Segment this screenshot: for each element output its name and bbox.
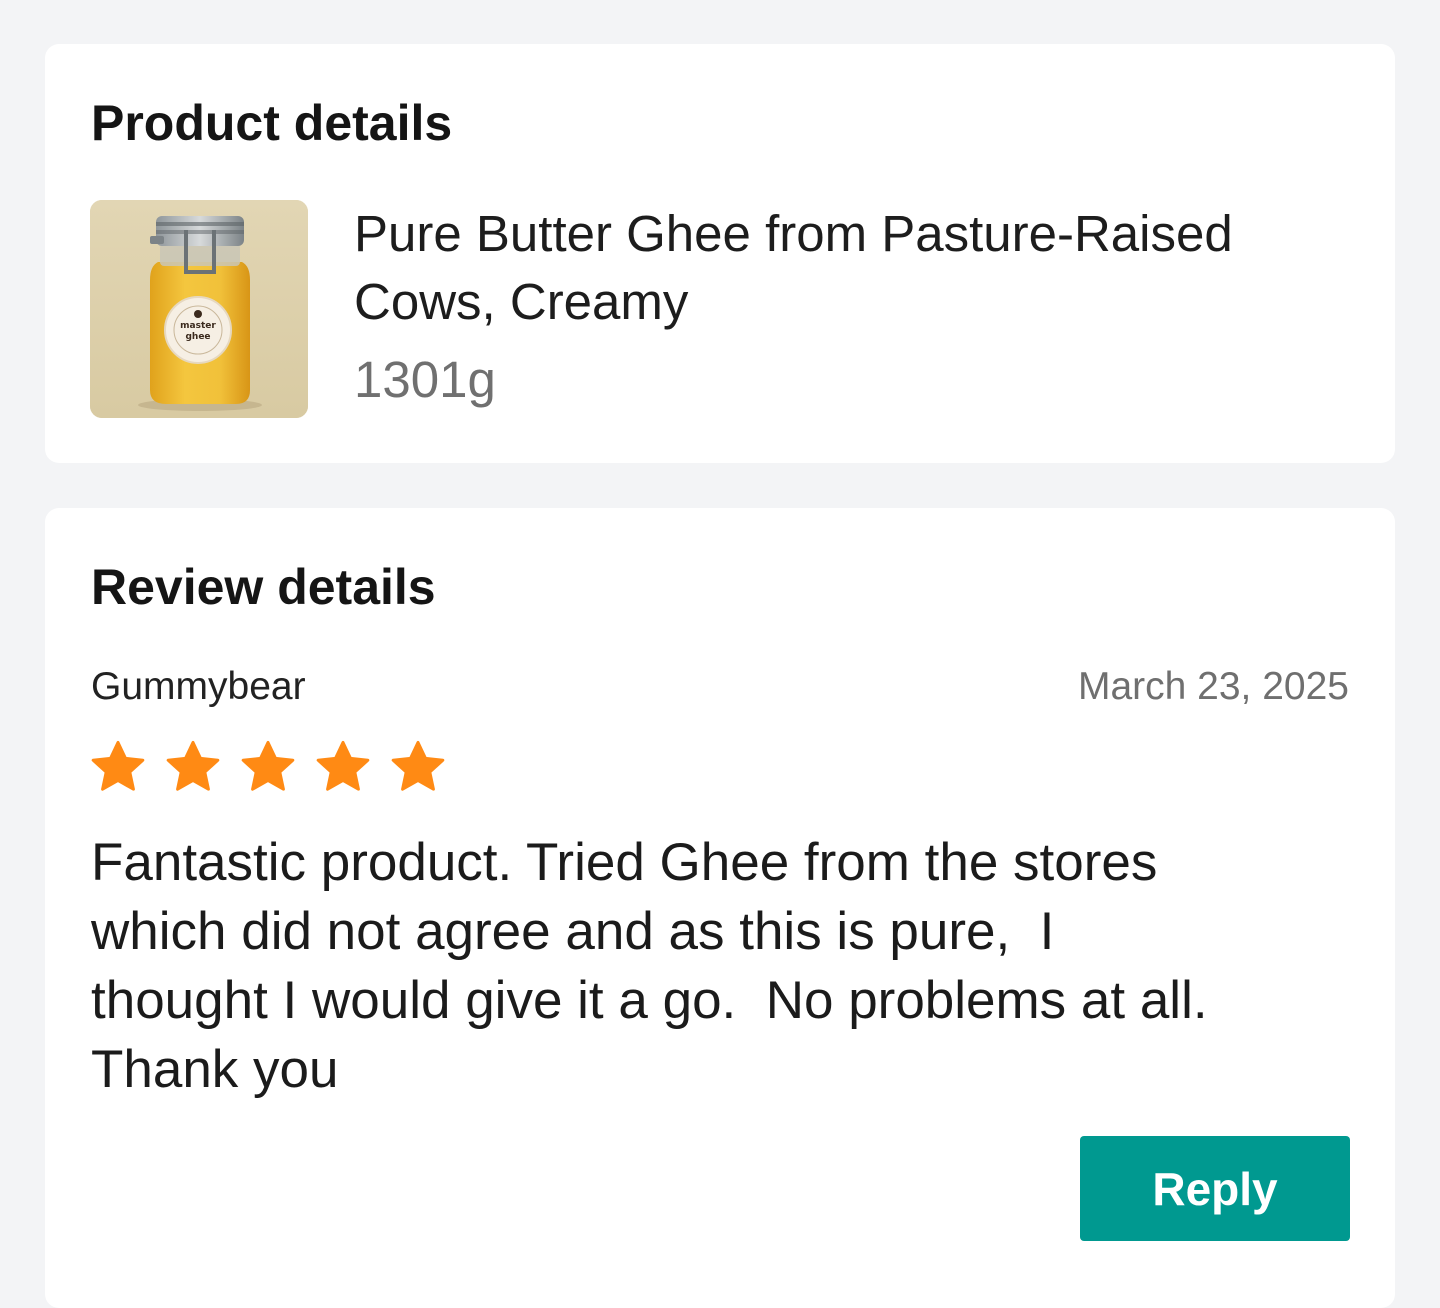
review-date: March 23, 2025 — [1077, 665, 1349, 708]
svg-text:ghee: ghee — [185, 332, 210, 342]
svg-text:master: master — [180, 321, 216, 331]
product-weight: 1301g — [354, 351, 496, 408]
review-details-card: Review details Gummybear March 23, 2025 … — [45, 508, 1395, 1308]
star-rating — [89, 738, 447, 796]
product-details-title: Product details — [91, 95, 453, 151]
product-image[interactable]: master ghee — [90, 200, 308, 418]
product-name: Pure Butter Ghee from Pasture-Raised Cow… — [354, 205, 1233, 330]
reply-button[interactable]: Reply — [1080, 1136, 1350, 1241]
reviewer-name: Gummybear — [91, 665, 306, 708]
star-icon — [91, 740, 145, 791]
ghee-jar-image: master ghee — [90, 200, 308, 418]
product-details-card: Product details master ghee Pure Butter … — [45, 44, 1395, 463]
star-icon — [241, 740, 295, 791]
star-icon — [166, 740, 220, 791]
star-icon — [316, 740, 370, 791]
star-icon — [391, 740, 445, 791]
review-text: Fantastic product. Tried Ghee from the s… — [91, 833, 1208, 1099]
review-details-title: Review details — [91, 559, 436, 615]
